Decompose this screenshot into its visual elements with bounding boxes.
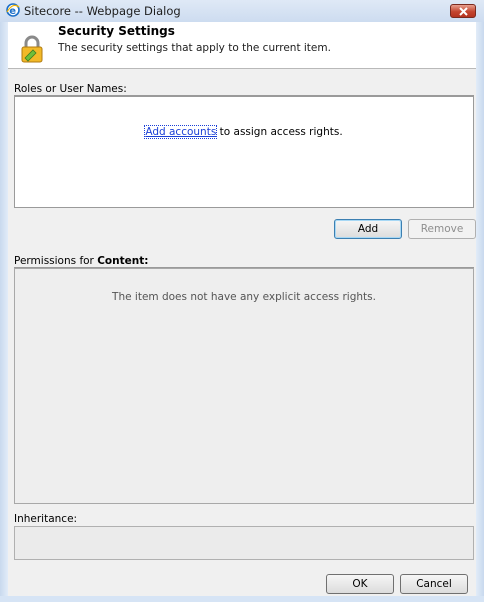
dialog-content: Security Settings The security settings … (8, 22, 476, 596)
add-button[interactable]: Add (334, 219, 402, 239)
window-frame-left (0, 0, 8, 602)
window-frame-bottom (0, 596, 484, 602)
permissions-item-name: Content: (97, 255, 149, 267)
add-accounts-link[interactable]: Add accounts (144, 125, 218, 139)
permissions-label: Permissions for Content: (14, 255, 148, 267)
roles-list[interactable]: Add accounts to assign access rights. (14, 96, 474, 208)
page-title: Security Settings (58, 24, 175, 38)
roles-message-text: to assign access rights. (216, 126, 343, 138)
permissions-empty-message: The item does not have any explicit acce… (112, 291, 376, 303)
lock-icon (21, 35, 43, 63)
dialog-window: e Sitecore -- Webpage Dialog Security Se… (0, 0, 484, 602)
internet-explorer-icon: e (6, 3, 20, 17)
page-subtitle: The security settings that apply to the … (58, 42, 331, 54)
remove-button[interactable]: Remove (408, 219, 476, 239)
close-button[interactable] (450, 4, 476, 18)
ok-button[interactable]: OK (326, 574, 394, 594)
close-icon (459, 7, 468, 16)
permissions-label-prefix: Permissions for (14, 255, 98, 267)
permissions-grid[interactable]: The item does not have any explicit acce… (14, 268, 474, 504)
cancel-button[interactable]: Cancel (400, 574, 468, 594)
inheritance-label: Inheritance: (14, 513, 78, 525)
window-frame-right (476, 0, 484, 602)
dialog-header: Security Settings The security settings … (8, 22, 476, 69)
roles-empty-message: Add accounts to assign access rights. (15, 125, 473, 139)
inheritance-panel (14, 526, 474, 560)
title-bar[interactable]: e Sitecore -- Webpage Dialog (0, 0, 484, 22)
roles-label: Roles or User Names: (14, 83, 127, 95)
window-title: Sitecore -- Webpage Dialog (24, 4, 181, 18)
